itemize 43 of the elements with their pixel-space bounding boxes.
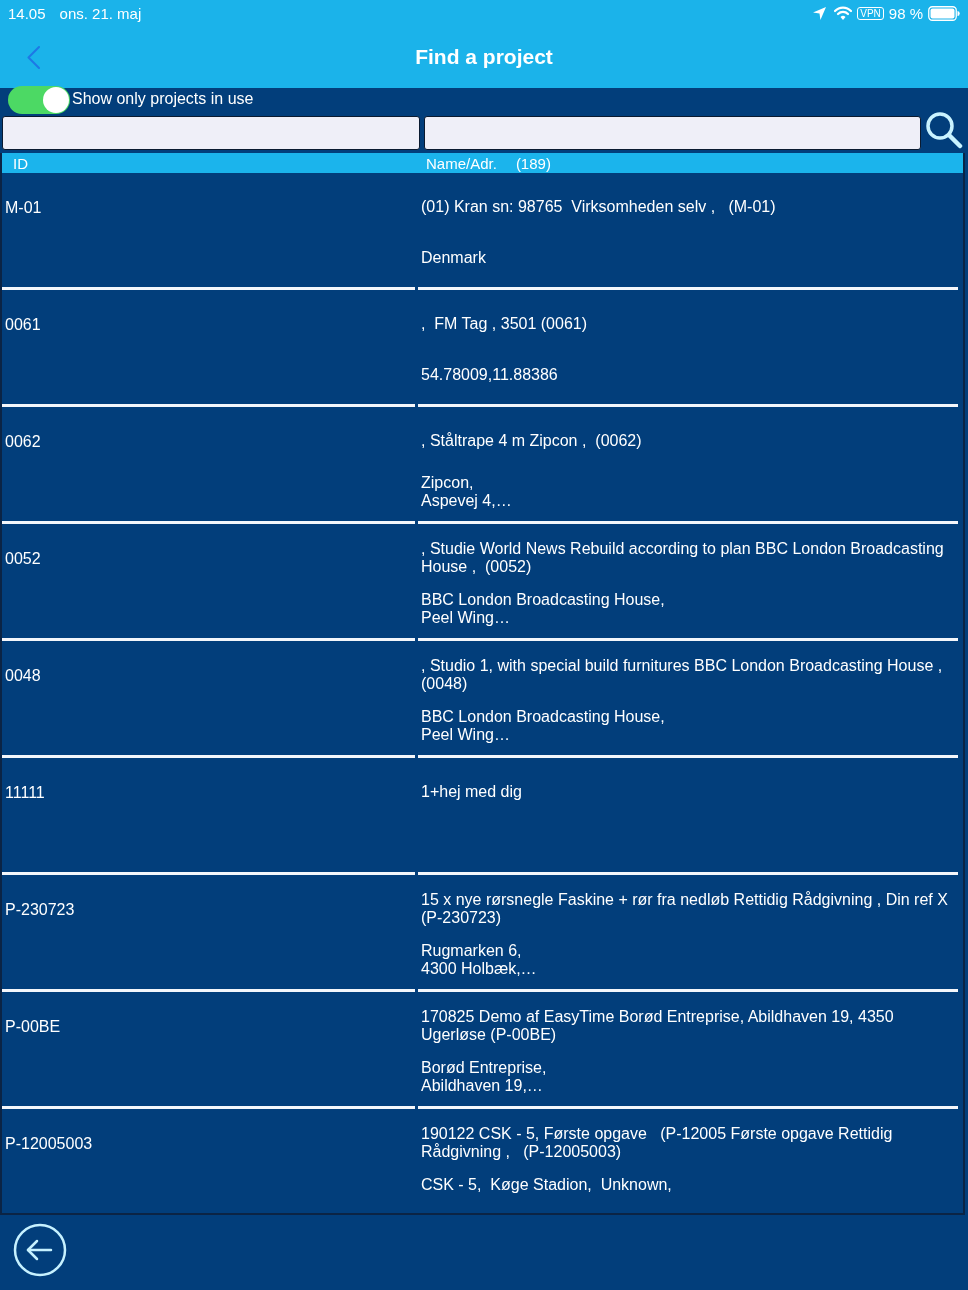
project-name: , Studie World News Rebuild according to plan BBC London Broadcasting House , (0052) — [421, 540, 945, 576]
project-name: , Ståltrape 4 m Zipcon , (0062) — [421, 432, 642, 450]
project-address: BBC London Broadcasting House, Peel Wing… — [421, 708, 665, 744]
project-address: Zipcon, Aspevej 4,… — [421, 474, 512, 510]
project-id: P-12005003 — [5, 1135, 93, 1152]
battery-percentage: 98 % — [888, 4, 923, 22]
page-title: Find a project — [415, 45, 553, 69]
result-count: (189) — [515, 154, 551, 172]
project-name: (01) Kran sn: 98765 Virksomheden selv , (M-01) — [421, 198, 776, 216]
project-id: 0062 — [5, 433, 41, 450]
search-icon[interactable] — [925, 111, 963, 149]
column-header[interactable]: ID — [13, 154, 28, 172]
toggle-switch[interactable] — [8, 86, 70, 114]
project-id: 0061 — [5, 316, 41, 333]
vpn-indicator: VPN — [857, 6, 884, 20]
wifi-icon — [834, 6, 853, 20]
project-name: , FM Tag , 3501 (0061) — [421, 315, 587, 333]
project-address: BBC London Broadcasting House, Peel Wing… — [421, 591, 665, 627]
name-search-field[interactable] — [424, 116, 921, 150]
project-name: 170825 Demo af EasyTime Borød Entreprise, Abildhaven 19, 4350 Ugerløse (P-00BE) — [421, 1008, 895, 1044]
status-date: ons. 21. maj — [59, 4, 142, 22]
project-address: CSK - 5, Køge Stadion, Unknown, — [421, 1176, 672, 1194]
project-id: 0048 — [5, 667, 41, 684]
project-address: Denmark — [421, 249, 486, 267]
project-id: 11111 — [5, 784, 45, 801]
project-address: Rugmarken 6, 4300 Holbæk,… — [421, 942, 537, 978]
project-address: 54.78009,11.88386 — [421, 366, 558, 384]
project-id: P-230723 — [5, 901, 75, 918]
project-id: 0052 — [5, 550, 41, 567]
project-name: , Studio 1, with special build furnitures BBC London Broadcasting House , (0048) — [421, 657, 944, 693]
id-search-field[interactable] — [2, 116, 420, 150]
project-name: 15 x nye rørsnegle Faskine + rør fra nedløb Rettidig Rådgivning , Din ref X (P-230723) — [421, 891, 949, 927]
project-name: 190122 CSK - 5, Første opgave (P-12005 Første opgave Rettidig Rådgivning , (P-12005003) — [421, 1125, 894, 1161]
battery-icon — [928, 5, 960, 21]
status-time: 14.05 — [8, 4, 46, 22]
location-arrow-icon — [813, 6, 827, 20]
project-name: 1+hej med dig — [421, 783, 522, 801]
column-header[interactable]: Name/Adr. — [426, 154, 497, 172]
project-id: P-00BE — [5, 1018, 61, 1035]
arrow-left-circle-icon[interactable] — [13, 1223, 67, 1277]
project-id: M-01 — [5, 199, 42, 216]
toggle-label: Show only projects in use — [72, 90, 254, 108]
project-address: Borød Entreprise, Abildhaven 19,… — [421, 1059, 547, 1095]
